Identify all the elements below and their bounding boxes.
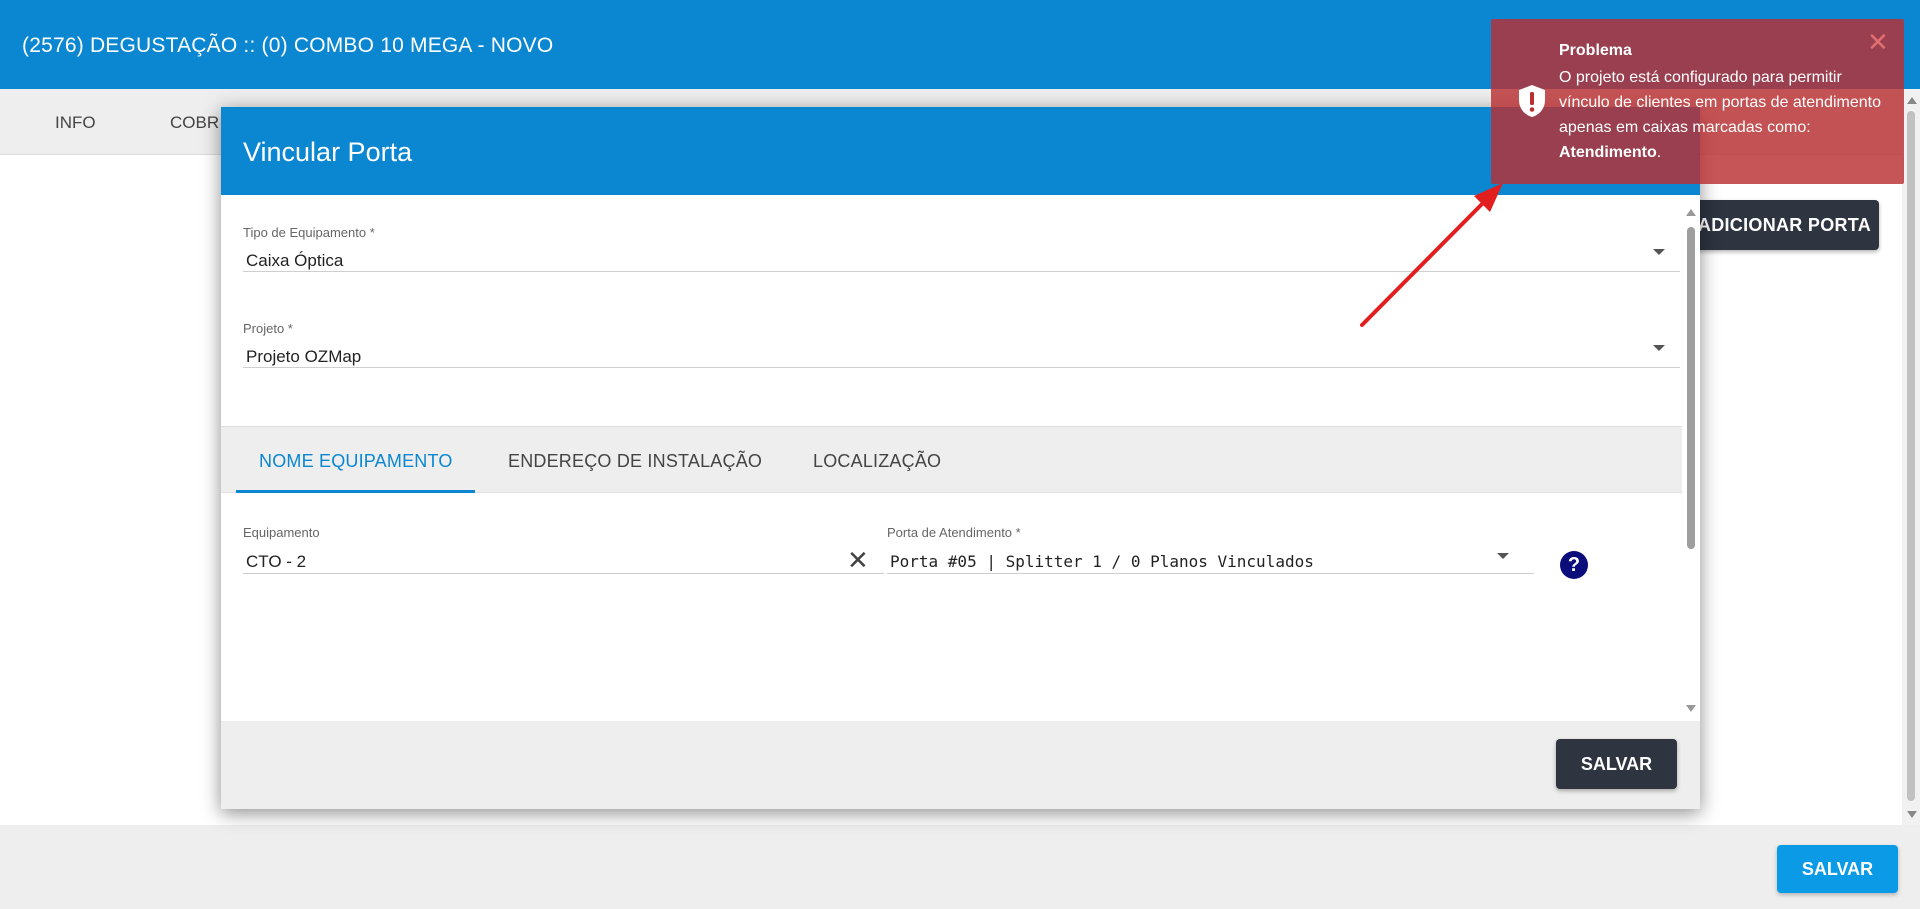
equipment-field[interactable]: Equipamento CTO - 2 xyxy=(243,525,884,574)
equipment-type-select[interactable]: Tipo de Equipamento * Caixa Óptica xyxy=(243,225,1680,272)
shield-alert-icon xyxy=(1519,85,1545,117)
tab-localizacao[interactable]: LOCALIZAÇÃO xyxy=(813,451,941,472)
field-underline xyxy=(887,573,1534,574)
clear-icon[interactable]: ✕ xyxy=(847,547,869,573)
help-icon[interactable]: ? xyxy=(1560,551,1588,579)
active-tab-indicator xyxy=(236,490,475,493)
page-scrollbar[interactable] xyxy=(1902,89,1920,825)
toast-message-end: . xyxy=(1656,144,1662,161)
field-underline xyxy=(243,367,1680,368)
service-port-select[interactable]: Porta de Atendimento * Porta #05 | Split… xyxy=(887,525,1534,574)
chevron-down-icon xyxy=(1653,249,1665,255)
chevron-down-icon xyxy=(1497,553,1509,559)
vincular-porta-modal: Vincular Porta Tipo de Equipamento * Cai… xyxy=(221,107,1700,809)
add-port-button[interactable]: ADICIONAR PORTA xyxy=(1690,200,1879,250)
page-footer xyxy=(0,825,1920,909)
scroll-up-icon[interactable] xyxy=(1907,97,1917,104)
tab-cobranca[interactable]: COBR xyxy=(170,113,219,133)
toast-message-text: O projeto está configurado para permitir… xyxy=(1559,69,1881,136)
scroll-down-icon[interactable] xyxy=(1686,705,1696,712)
error-toast: Problema O projeto está configurado para… xyxy=(1491,19,1904,184)
equipment-type-value: Caixa Óptica xyxy=(246,251,344,270)
modal-scrollbar-thumb[interactable] xyxy=(1687,227,1695,549)
equipment-label: Equipamento xyxy=(243,525,320,540)
modal-footer xyxy=(221,721,1700,809)
tab-info[interactable]: INFO xyxy=(55,113,96,133)
modal-header: Vincular Porta xyxy=(221,107,1700,195)
page-title: (2576) DEGUSTAÇÃO :: (0) COMBO 10 MEGA -… xyxy=(22,34,554,57)
toast-message-highlight: Atendimento xyxy=(1559,144,1657,161)
field-underline xyxy=(243,271,1680,272)
modal-save-button[interactable]: SALVAR xyxy=(1556,739,1677,789)
chevron-down-icon xyxy=(1653,345,1665,351)
scroll-up-icon[interactable] xyxy=(1686,209,1696,216)
service-port-value: Porta #05 | Splitter 1 / 0 Planos Vincul… xyxy=(890,552,1314,571)
modal-tab-bar: NOME EQUIPAMENTO ENDEREÇO DE INSTALAÇÃO … xyxy=(221,426,1682,493)
project-select[interactable]: Projeto * Projeto OZMap xyxy=(243,321,1680,368)
modal-title: Vincular Porta xyxy=(243,137,413,167)
project-label: Projeto * xyxy=(243,321,293,336)
toast-title: Problema xyxy=(1559,42,1632,59)
page-save-button[interactable]: SALVAR xyxy=(1777,845,1898,893)
service-port-label: Porta de Atendimento * xyxy=(887,525,1021,540)
modal-scrollbar[interactable] xyxy=(1682,199,1700,721)
toast-message: O projeto está configurado para permitir… xyxy=(1559,65,1884,165)
page-scrollbar-thumb[interactable] xyxy=(1907,111,1915,801)
equipment-type-label: Tipo de Equipamento * xyxy=(243,225,375,240)
scroll-down-icon[interactable] xyxy=(1907,811,1917,818)
close-icon[interactable]: ✕ xyxy=(1867,29,1889,55)
tab-endereco-instalacao[interactable]: ENDEREÇO DE INSTALAÇÃO xyxy=(508,451,762,472)
tab-nome-equipamento[interactable]: NOME EQUIPAMENTO xyxy=(259,451,453,472)
equipment-value: CTO - 2 xyxy=(246,552,307,571)
project-value: Projeto OZMap xyxy=(246,347,362,366)
field-underline xyxy=(243,573,884,574)
